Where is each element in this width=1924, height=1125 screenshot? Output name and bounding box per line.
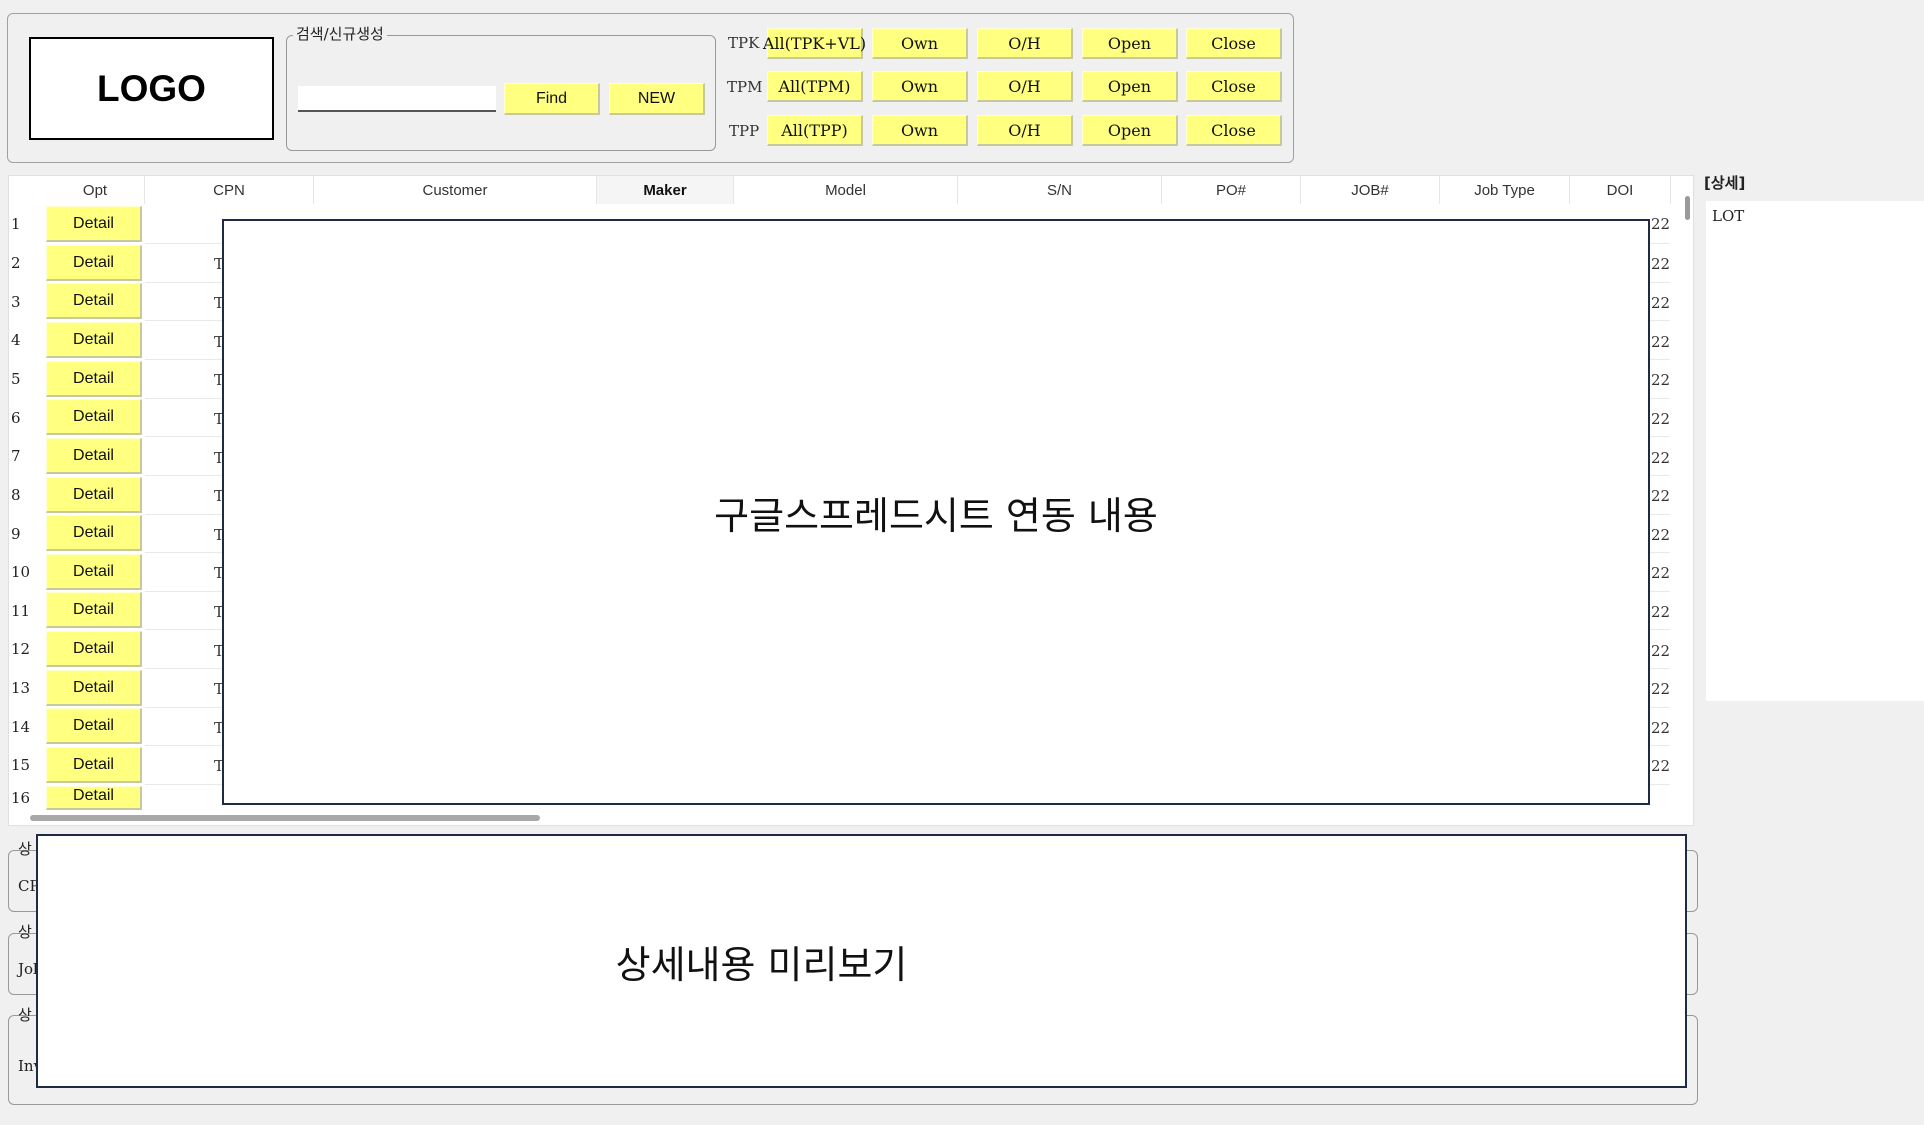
column-header-cpn[interactable]: CPN [145, 176, 314, 204]
detail-button[interactable]: Detail [46, 283, 142, 319]
lower-group-label: 상 [18, 1006, 32, 1024]
detail-button[interactable]: Detail [46, 786, 142, 810]
column-header-job-type[interactable]: Job Type [1440, 176, 1570, 204]
row-number: 13 [11, 679, 31, 697]
row-number: 15 [11, 756, 31, 774]
column-header-po[interactable]: PO# [1162, 176, 1301, 204]
detail-button[interactable]: Detail [46, 670, 142, 706]
column-header-maker[interactable]: Maker [597, 176, 734, 204]
row-number: 16 [11, 789, 31, 807]
row-number: 3 [11, 293, 21, 311]
tpm-open-button[interactable]: Open [1082, 71, 1178, 102]
grid-horizontal-scrollbar[interactable] [30, 815, 540, 821]
doi-cell: 22 [1651, 603, 1671, 621]
doi-cell: 22 [1651, 255, 1671, 273]
tpm-close-button[interactable]: Close [1186, 71, 1282, 102]
row-number: 14 [11, 718, 31, 736]
doi-cell: 22 [1651, 410, 1671, 428]
filter-label-tpm: TPM [727, 78, 763, 96]
tpm-all-button[interactable]: All(TPM) [767, 71, 863, 102]
logo: LOGO [29, 37, 274, 140]
doi-cell: 22 [1651, 487, 1671, 505]
doi-cell: 22 [1651, 294, 1671, 312]
detail-button[interactable]: Detail [46, 322, 142, 358]
find-button[interactable]: Find [504, 83, 600, 115]
detail-button[interactable]: Detail [46, 515, 142, 551]
detail-button[interactable]: Detail [46, 361, 142, 397]
tpp-all-button[interactable]: All(TPP) [767, 115, 863, 146]
doi-cell: 22 [1651, 371, 1671, 389]
tpp-open-button[interactable]: Open [1082, 115, 1178, 146]
column-header-doi[interactable]: DOI [1570, 176, 1671, 204]
tpk-own-button[interactable]: Own [872, 28, 968, 59]
doi-cell: 22 [1651, 215, 1671, 233]
row-number: 7 [11, 447, 21, 465]
row-number: 5 [11, 370, 21, 388]
doi-cell: 22 [1651, 642, 1671, 660]
column-header-model[interactable]: Model [734, 176, 958, 204]
row-number: 2 [11, 254, 21, 272]
doi-cell: 22 [1651, 680, 1671, 698]
filter-label-tpp: TPP [729, 122, 760, 140]
new-button[interactable]: NEW [609, 83, 705, 115]
tpp-oh-button[interactable]: O/H [977, 115, 1073, 146]
search-input[interactable] [298, 86, 496, 112]
tpm-own-button[interactable]: Own [872, 71, 968, 102]
detail-button[interactable]: Detail [46, 245, 142, 281]
tpk-close-button[interactable]: Close [1186, 28, 1282, 59]
detail-preview-placeholder: 상세내용 미리보기 [36, 834, 1687, 1088]
row-number: 11 [11, 602, 31, 620]
detail-panel: LOT [1706, 201, 1924, 701]
detail-button[interactable]: Detail [46, 554, 142, 590]
doi-cell: 22 [1651, 333, 1671, 351]
column-header-opt[interactable]: Opt [46, 176, 145, 204]
tpm-oh-button[interactable]: O/H [977, 71, 1073, 102]
search-group-label: 검색/신규생성 [293, 23, 387, 44]
lower-group-label: 상 [18, 923, 32, 941]
row-number: 1 [11, 215, 21, 233]
column-header-customer[interactable]: Customer [314, 176, 597, 204]
detail-item[interactable]: LOT [1712, 207, 1744, 225]
detail-button[interactable]: Detail [46, 747, 142, 783]
column-header-sn[interactable]: S/N [958, 176, 1162, 204]
detail-button[interactable]: Detail [46, 708, 142, 744]
doi-cell: 22 [1651, 526, 1671, 544]
detail-button[interactable]: Detail [46, 592, 142, 628]
row-number: 6 [11, 409, 21, 427]
row-number: 9 [11, 525, 21, 543]
doi-cell: 22 [1651, 719, 1671, 737]
row-number: 10 [11, 563, 31, 581]
tpp-close-button[interactable]: Close [1186, 115, 1282, 146]
doi-cell: 22 [1651, 564, 1671, 582]
tpp-own-button[interactable]: Own [872, 115, 968, 146]
row-number: 8 [11, 486, 21, 504]
row-number: 4 [11, 331, 21, 349]
spreadsheet-content-placeholder: 구글스프레드시트 연동 내용 [222, 219, 1650, 805]
row-number: 12 [11, 640, 31, 658]
detail-button[interactable]: Detail [46, 206, 142, 242]
column-header-job[interactable]: JOB# [1301, 176, 1440, 204]
detail-button[interactable]: Detail [46, 477, 142, 513]
filter-label-tpk: TPK [728, 34, 760, 52]
detail-button[interactable]: Detail [46, 438, 142, 474]
grid-vertical-scrollbar[interactable] [1685, 196, 1690, 220]
detail-panel-title: [상세] [1704, 174, 1746, 192]
tpk-oh-button[interactable]: O/H [977, 28, 1073, 59]
tpk-open-button[interactable]: Open [1082, 28, 1178, 59]
detail-button[interactable]: Detail [46, 631, 142, 667]
doi-cell: 22 [1651, 757, 1671, 775]
doi-cell: 22 [1651, 449, 1671, 467]
lower-group-label: 상 [18, 840, 32, 858]
tpk-all-button[interactable]: All(TPK+VL) [763, 28, 866, 59]
detail-button[interactable]: Detail [46, 399, 142, 435]
